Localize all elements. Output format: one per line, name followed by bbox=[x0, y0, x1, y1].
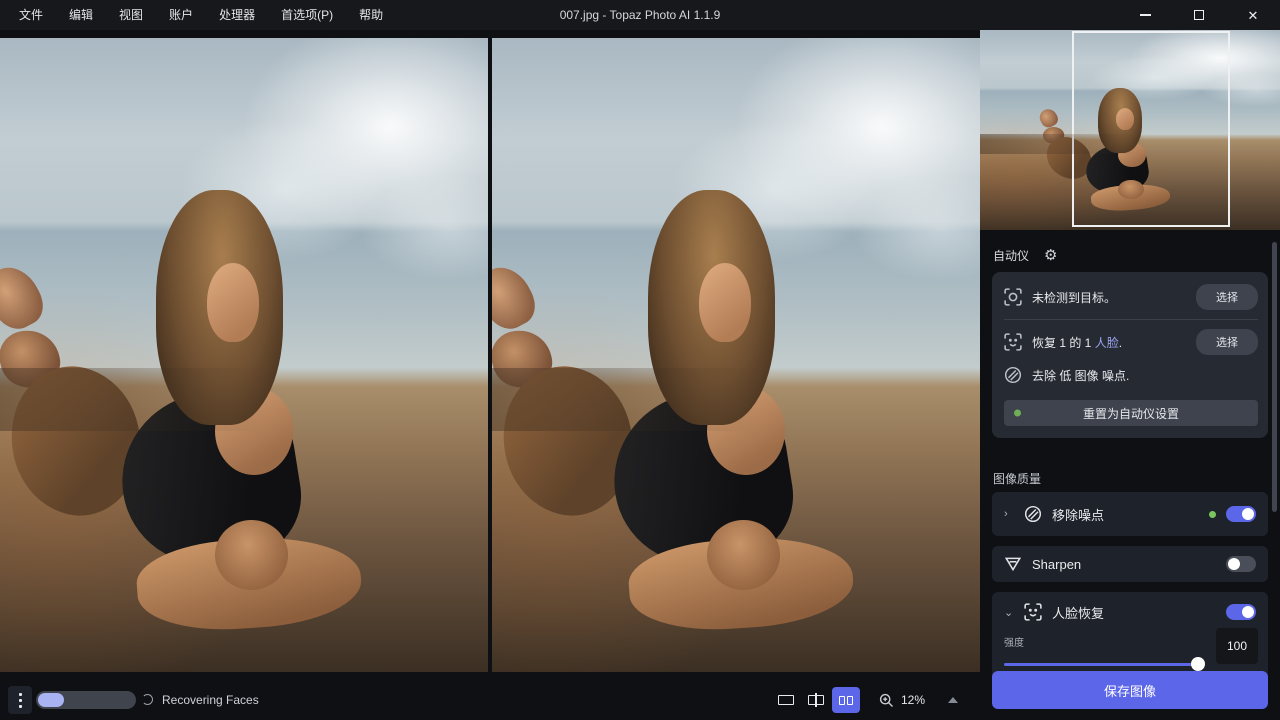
denoise-icon bbox=[1024, 505, 1042, 523]
processing-status-text: Recovering Faces bbox=[162, 680, 259, 720]
navigator-viewport-rect[interactable] bbox=[1072, 31, 1230, 227]
divider bbox=[1004, 319, 1258, 320]
faces-link[interactable]: 人脸 bbox=[1095, 336, 1119, 350]
close-button[interactable]: ✕ bbox=[1226, 0, 1280, 30]
spinner-icon bbox=[142, 694, 153, 705]
strength-value-field[interactable]: 100 bbox=[1216, 628, 1258, 664]
denoise-label: 移除噪点 bbox=[1052, 505, 1104, 524]
menu-view[interactable]: 视图 bbox=[106, 0, 156, 30]
settings-sidebar: 自动仪 ⚙ 未检测到目标。 选择 恢复 1 的 1 人脸. 选择 bbox=[980, 30, 1280, 720]
kebab-menu-button[interactable] bbox=[8, 686, 32, 714]
image-quality-header: 图像质量 bbox=[993, 470, 1041, 487]
photo-subject bbox=[492, 38, 980, 672]
minimize-icon bbox=[1140, 14, 1151, 16]
menubar: 文件 编辑 视图 账户 处理器 首选项(P) 帮助 bbox=[6, 0, 396, 30]
denoise-active-dot bbox=[1209, 511, 1216, 518]
progress-bar bbox=[36, 691, 136, 709]
gear-icon[interactable]: ⚙ bbox=[1044, 248, 1057, 263]
close-icon: ✕ bbox=[1248, 9, 1259, 22]
menu-help[interactable]: 帮助 bbox=[346, 0, 396, 30]
autopilot-header: 自动仪 ⚙ bbox=[993, 247, 1057, 264]
face-recovery-text: 恢复 1 的 1 人脸. bbox=[1032, 334, 1122, 351]
zoom-expand-caret[interactable] bbox=[948, 697, 958, 703]
maximize-button[interactable] bbox=[1172, 0, 1226, 30]
face-recovery-label: 人脸恢复 bbox=[1052, 603, 1104, 622]
split-view-icon bbox=[808, 695, 824, 705]
window-controls: ✕ bbox=[1118, 0, 1280, 30]
face-recovery-toggle[interactable] bbox=[1226, 604, 1256, 620]
subject-detection-text: 未检测到目标。 bbox=[1032, 289, 1116, 306]
side-by-side-view-button[interactable] bbox=[832, 687, 860, 713]
titlebar: 文件 编辑 视图 账户 处理器 首选项(P) 帮助 007.jpg - Topa… bbox=[0, 0, 1280, 30]
menu-processor[interactable]: 处理器 bbox=[206, 0, 268, 30]
save-image-button[interactable]: 保存图像 bbox=[992, 671, 1268, 709]
face-select-button[interactable]: 选择 bbox=[1196, 329, 1258, 355]
menu-preferences[interactable]: 首选项(P) bbox=[268, 0, 346, 30]
denoise-toggle[interactable] bbox=[1226, 506, 1256, 522]
subject-detect-icon bbox=[1004, 288, 1022, 306]
maximize-icon bbox=[1194, 10, 1204, 20]
sharpen-icon bbox=[1004, 555, 1022, 573]
subject-detection-row: 未检测到目标。 选择 bbox=[1004, 284, 1258, 310]
zoom-level[interactable]: 12% bbox=[901, 680, 925, 720]
reset-autopilot-button[interactable]: 重置为自动仪设置 bbox=[1004, 400, 1258, 426]
image-before[interactable] bbox=[0, 38, 488, 672]
face-detect-icon bbox=[1004, 333, 1022, 351]
strength-slider[interactable] bbox=[1004, 657, 1204, 671]
menu-edit[interactable]: 编辑 bbox=[56, 0, 106, 30]
denoise-section[interactable]: › 移除噪点 bbox=[992, 492, 1268, 536]
photo-subject bbox=[0, 38, 488, 672]
single-view-icon bbox=[778, 695, 794, 705]
minimize-button[interactable] bbox=[1118, 0, 1172, 30]
statusbar: Recovering Faces 12% bbox=[0, 680, 980, 720]
green-status-dot bbox=[1014, 410, 1021, 417]
menu-account[interactable]: 账户 bbox=[156, 0, 206, 30]
slider-thumb[interactable] bbox=[1191, 657, 1205, 671]
topaz-photo-ai-window: 文件 编辑 视图 账户 处理器 首选项(P) 帮助 007.jpg - Topa… bbox=[0, 0, 1280, 720]
subject-select-button[interactable]: 选择 bbox=[1196, 284, 1258, 310]
single-view-button[interactable] bbox=[772, 687, 800, 713]
image-after[interactable] bbox=[492, 38, 980, 672]
noise-removal-row: 去除 低 图像 噪点. bbox=[1004, 363, 1258, 387]
sharpen-label: Sharpen bbox=[1032, 557, 1081, 572]
sharpen-section[interactable]: Sharpen bbox=[992, 546, 1268, 582]
zoom-magnifier-icon[interactable] bbox=[879, 693, 894, 708]
image-canvas bbox=[0, 30, 980, 680]
noise-icon bbox=[1004, 366, 1022, 384]
chevron-right-icon[interactable]: › bbox=[1004, 508, 1014, 520]
sharpen-toggle[interactable] bbox=[1226, 556, 1256, 572]
slider-fill bbox=[1004, 663, 1198, 666]
face-recovery-row: 恢复 1 的 1 人脸. 选择 bbox=[1004, 329, 1258, 355]
noise-removal-text: 去除 低 图像 噪点. bbox=[1032, 367, 1129, 384]
face-recovery-icon bbox=[1024, 603, 1042, 621]
panel-scrollbar[interactable] bbox=[1272, 242, 1277, 512]
menu-file[interactable]: 文件 bbox=[6, 0, 56, 30]
chevron-down-icon[interactable]: ⌄ bbox=[1004, 606, 1014, 619]
autopilot-card: 未检测到目标。 选择 恢复 1 的 1 人脸. 选择 去除 低 图像 噪点. bbox=[992, 272, 1268, 438]
progress-bar-fill bbox=[38, 693, 64, 707]
side-by-side-icon bbox=[839, 696, 853, 705]
navigator-thumbnail[interactable] bbox=[980, 30, 1280, 230]
autopilot-title: 自动仪 bbox=[993, 247, 1029, 264]
split-view-button[interactable] bbox=[802, 687, 830, 713]
